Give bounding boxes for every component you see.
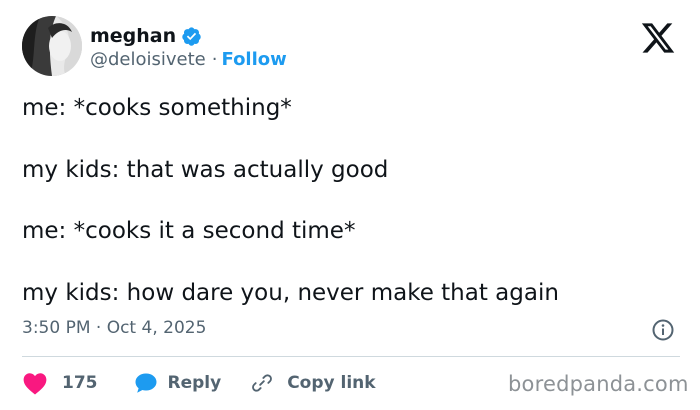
tweet-line-4: my kids: how dare you, never make that a… bbox=[22, 280, 559, 306]
x-logo-icon[interactable] bbox=[640, 20, 676, 56]
copy-link-label: Copy link bbox=[287, 373, 376, 393]
info-icon[interactable] bbox=[651, 318, 675, 342]
avatar-photo bbox=[22, 16, 82, 76]
reply-label: Reply bbox=[167, 373, 222, 393]
tweet-line-3: me: *cooks it a second time* bbox=[22, 218, 356, 244]
handle-separator: · bbox=[211, 49, 218, 70]
watermark: boredpanda.com bbox=[508, 372, 689, 396]
verified-badge-icon bbox=[182, 26, 201, 46]
author-handle[interactable]: @deloisivete bbox=[90, 48, 206, 72]
tweet-timestamp[interactable]: 3:50 PM · Oct 4, 2025 bbox=[22, 316, 206, 340]
copy-link-button[interactable]: Copy link bbox=[251, 372, 376, 394]
follow-button[interactable]: Follow bbox=[222, 48, 287, 72]
reply-button[interactable]: Reply bbox=[134, 372, 222, 394]
author-display-name[interactable]: meghan bbox=[90, 24, 176, 48]
tweet-actions: 175 Reply Copy link bbox=[22, 370, 376, 396]
divider bbox=[22, 356, 680, 357]
heart-icon bbox=[23, 373, 47, 395]
tweet-line-2: my kids: that was actually good bbox=[22, 157, 389, 183]
reply-bubble-icon bbox=[135, 373, 156, 393]
tweet-line-1: me: *cooks something* bbox=[22, 95, 292, 121]
like-button[interactable]: 175 bbox=[22, 371, 98, 395]
avatar[interactable] bbox=[22, 16, 82, 76]
author-name-row[interactable]: meghan bbox=[90, 24, 202, 48]
author-handle-row: @deloisivete · Follow bbox=[90, 48, 287, 72]
link-icon bbox=[252, 374, 273, 392]
like-count: 175 bbox=[62, 373, 98, 393]
